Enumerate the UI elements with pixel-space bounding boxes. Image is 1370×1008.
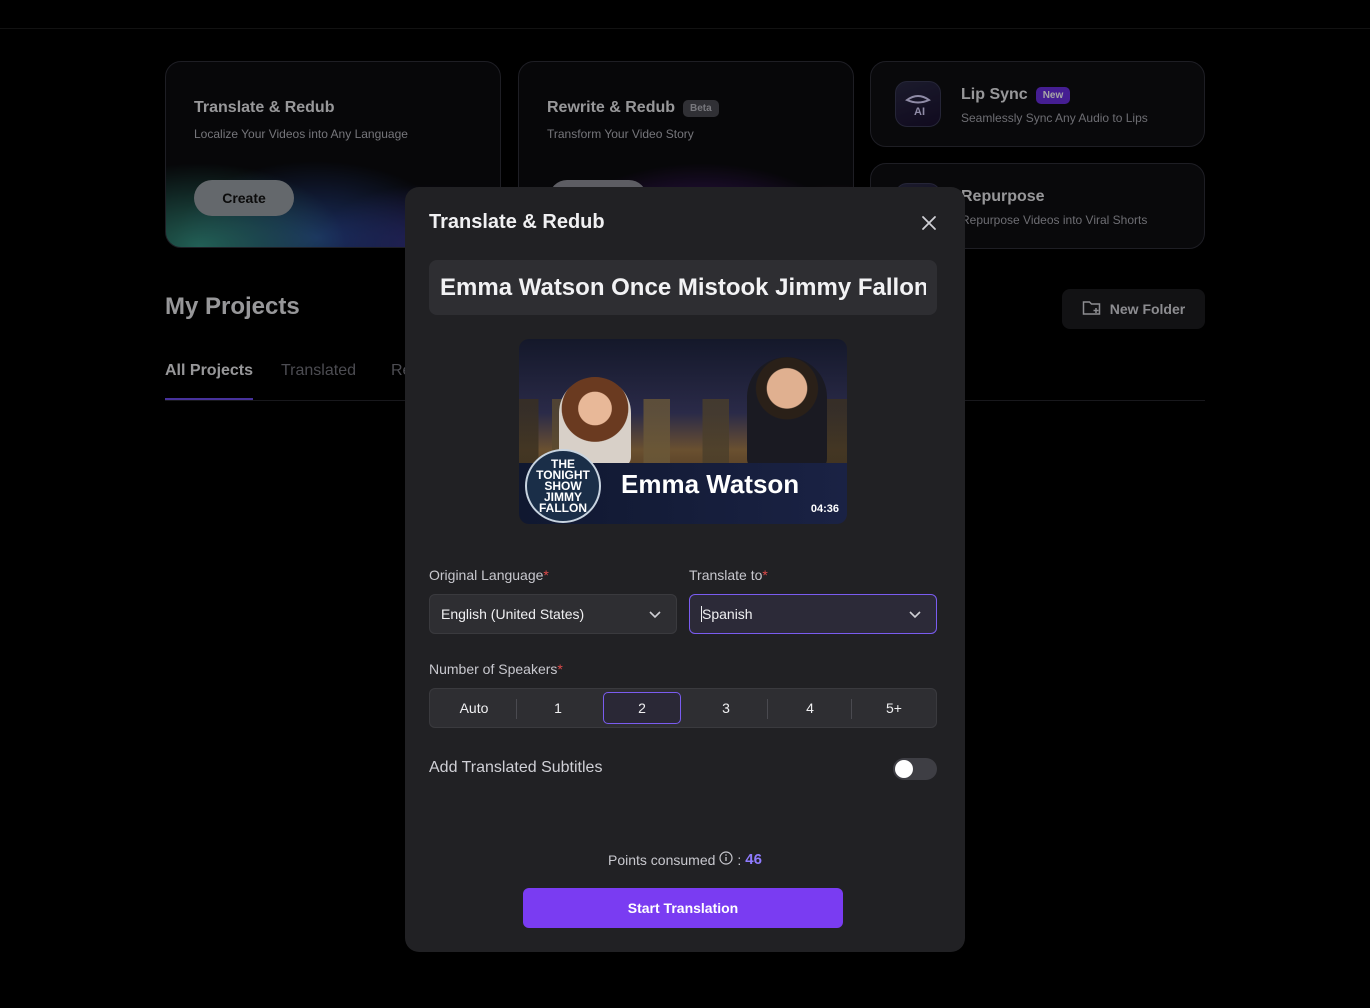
thumbnail-host [747, 357, 827, 469]
divider [516, 699, 517, 719]
subtitles-toggle[interactable] [893, 758, 937, 780]
points-label: Points consumed [608, 851, 716, 868]
translate-to-label: Translate to* [689, 567, 768, 583]
speaker-count-selector: Auto 1 2 3 4 5+ [429, 688, 937, 728]
start-translation-button[interactable]: Start Translation [523, 888, 843, 928]
project-name-input[interactable] [429, 260, 937, 315]
required-marker: * [762, 567, 768, 583]
speaker-option-auto[interactable]: Auto [435, 692, 513, 724]
points-separator: : [737, 851, 742, 868]
original-language-label: Original Language* [429, 567, 549, 583]
points-consumed: Points consumed : 46 [405, 851, 965, 868]
close-icon[interactable] [917, 211, 941, 235]
divider [851, 699, 852, 719]
original-language-select[interactable]: English (United States) [429, 594, 677, 634]
show-logo: THE TONIGHT SHOW JIMMY FALLON [525, 449, 601, 523]
thumbnail-banner-name: Emma Watson [621, 469, 800, 499]
speaker-option-2[interactable]: 2 [603, 692, 681, 724]
speaker-option-1[interactable]: 1 [519, 692, 597, 724]
video-duration: 04:36 [810, 503, 839, 515]
speaker-option-5-plus[interactable]: 5+ [855, 692, 933, 724]
translate-to-select[interactable]: Spanish [689, 594, 937, 634]
required-marker: * [557, 661, 563, 677]
subtitles-label: Add Translated Subtitles [429, 759, 603, 776]
translate-redub-modal: Translate & Redub THE TONIGHT SHOW JIMMY… [405, 187, 965, 952]
toggle-knob [895, 760, 913, 778]
points-value: 46 [745, 851, 762, 868]
video-thumbnail: THE TONIGHT SHOW JIMMY FALLON Emma Watso… [519, 339, 847, 524]
chevron-down-icon [648, 607, 662, 624]
info-icon[interactable] [719, 851, 734, 868]
speakers-label: Number of Speakers* [429, 661, 563, 677]
chevron-down-icon [908, 607, 922, 624]
required-marker: * [543, 567, 549, 583]
translate-to-value[interactable]: Spanish [701, 606, 753, 622]
speaker-option-4[interactable]: 4 [771, 692, 849, 724]
original-language-value: English (United States) [441, 606, 585, 622]
modal-title: Translate & Redub [429, 211, 605, 233]
speaker-option-3[interactable]: 3 [687, 692, 765, 724]
divider [767, 699, 768, 719]
